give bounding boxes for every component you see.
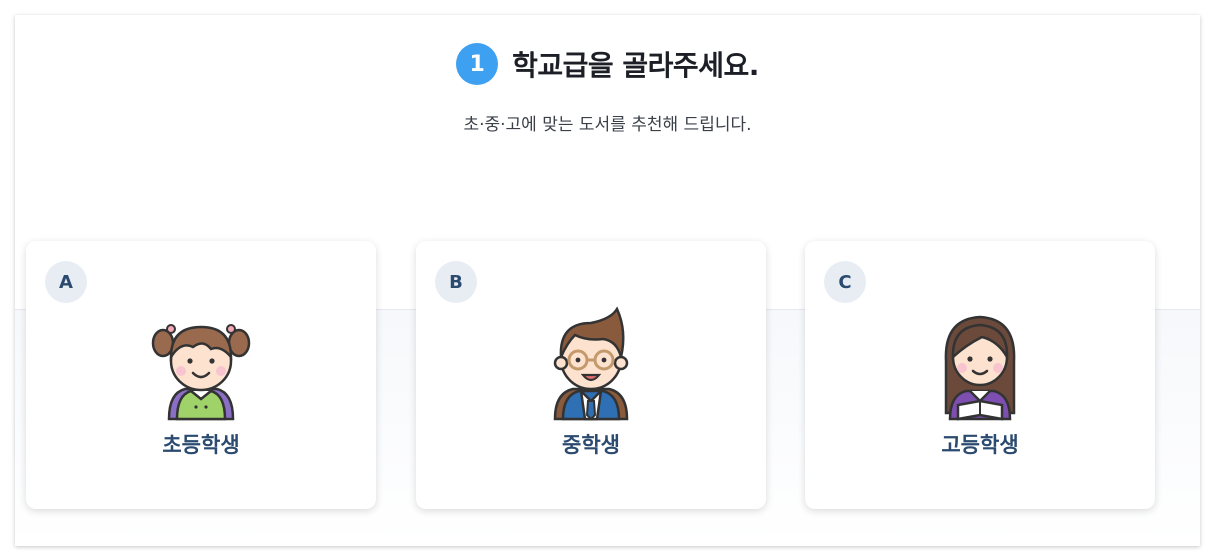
step-number-badge: 1 (456, 43, 499, 85)
option-letter-badge: A (45, 261, 87, 303)
page-title: 학교급을 골라주세요. (512, 44, 759, 86)
option-letter-badge: B (435, 261, 477, 303)
middle-school-boy-icon (553, 306, 629, 421)
title-row: 1 학교급을 골라주세요. (15, 43, 1200, 86)
high-school-girl-icon (944, 315, 1016, 421)
elementary-girl-icon (151, 324, 251, 421)
option-letter-badge: C (824, 261, 866, 303)
card-label: 초등학생 (162, 433, 240, 457)
card-middle-school[interactable]: B 중학생 (416, 241, 766, 509)
card-elementary[interactable]: A 초등학생 (26, 241, 376, 509)
school-level-panel: 1 학교급을 골라주세요. 초·중·고에 맞는 도서를 추천해 드립니다. A (15, 15, 1200, 546)
page-subtitle: 초·중·고에 맞는 도서를 추천해 드립니다. (463, 115, 752, 135)
card-label: 고등학생 (941, 433, 1019, 457)
card-high-school[interactable]: C 고등학생 (805, 241, 1155, 509)
card-label: 중학생 (562, 433, 620, 457)
page-title-text: 학교급을 골라주세요. (512, 49, 759, 82)
